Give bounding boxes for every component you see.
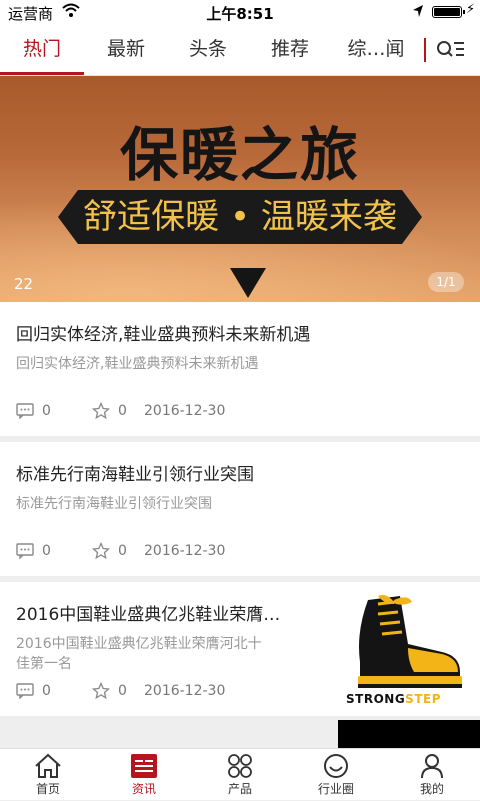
news-title: 回归实体经济,鞋业盛典预料未来新机遇 — [16, 325, 311, 345]
banner-caption: 22 — [14, 275, 34, 293]
tabbar-home[interactable]: 首页 — [0, 749, 96, 801]
like-count: 0 — [118, 543, 127, 559]
comment-icon — [16, 543, 34, 559]
tabbar-label: 资讯 — [131, 782, 156, 796]
tab-divider — [424, 38, 426, 62]
location-arrow-icon — [413, 5, 423, 17]
circle-icon — [324, 754, 348, 778]
comment-count: 0 — [42, 543, 51, 559]
news-thumbnail: STRONGSTEP — [338, 592, 466, 714]
tabbar-label: 我的 — [419, 782, 444, 796]
tabbar-news[interactable]: 资讯 — [96, 749, 192, 801]
news-meta: 0 0 2016-12-30 — [16, 402, 316, 420]
comment-count: 0 — [42, 403, 51, 419]
tab-headlines[interactable]: 头条 — [166, 24, 250, 75]
news-date: 2016-12-30 — [144, 543, 226, 559]
category-tabs: 热门 最新 头条 推荐 综…闻 — [0, 24, 480, 76]
news-item[interactable]: 回归实体经济,鞋业盛典预料未来新机遇 回归实体经济,鞋业盛典预料未来新机遇 0 … — [0, 302, 480, 436]
like-count: 0 — [118, 683, 127, 699]
news-title: 标准先行南海鞋业引领行业突围 — [16, 465, 254, 485]
comment-count: 0 — [42, 683, 51, 699]
tab-recommended[interactable]: 推荐 — [248, 24, 332, 75]
tabbar-label: 行业圈 — [317, 782, 354, 796]
banner-page-indicator: 1/1 — [428, 272, 464, 292]
news-meta: 0 0 2016-12-30 — [16, 542, 316, 560]
tab-hot[interactable]: 热门 — [0, 24, 84, 75]
battery-icon — [432, 6, 465, 18]
star-icon — [92, 542, 110, 560]
tab-latest[interactable]: 最新 — [84, 24, 168, 75]
boot-illustration — [358, 594, 462, 688]
bottom-tab-bar: 首页 资讯 产品 行业圈 我的 — [0, 748, 480, 800]
news-title: 2016中国鞋业盛典亿兆鞋业荣膺… — [16, 605, 281, 625]
tabbar-label: 首页 — [35, 782, 60, 796]
tabbar-label: 产品 — [227, 782, 252, 796]
news-date: 2016-12-30 — [144, 683, 226, 699]
tabbar-industry-circle[interactable]: 行业圈 — [288, 749, 384, 801]
charging-icon: ⚡ — [466, 2, 476, 17]
banner-subtitle: 舒适保暖 • 温暖来袭 — [83, 197, 397, 237]
news-item[interactable]: 标准先行南海鞋业引领行业突围 标准先行南海鞋业引领行业突围 0 0 2016-1… — [0, 442, 480, 576]
news-summary-line: 2016中国鞋业盛典亿兆鞋业荣膺河北十 — [16, 636, 262, 652]
like-count: 0 — [118, 403, 127, 419]
banner-down-arrow-icon — [230, 268, 266, 298]
news-summary: 标准先行南海鞋业引领行业突围 — [16, 496, 212, 512]
news-summary: 回归实体经济,鞋业盛典预料未来新机遇 — [16, 356, 259, 372]
news-summary-line: 佳第一名 — [16, 656, 72, 672]
star-icon — [92, 402, 110, 420]
profile-icon — [421, 754, 443, 779]
status-time: 上午8:51 — [206, 5, 274, 23]
thumbnail-brand-text: STRONGSTEP — [346, 692, 441, 706]
tabbar-profile[interactable]: 我的 — [384, 749, 480, 801]
products-icon — [228, 754, 252, 778]
news-item[interactable]: 2016中国鞋业盛典亿兆鞋业荣膺… 2016中国鞋业盛典亿兆鞋业荣膺河北十 佳第… — [0, 582, 480, 716]
home-icon — [35, 753, 61, 778]
search-menu-icon[interactable] — [436, 37, 466, 63]
news-summary: 2016中国鞋业盛典亿兆鞋业荣膺河北十 佳第一名 — [16, 634, 326, 674]
banner-title: 保暖之旅 — [119, 121, 360, 189]
news-date: 2016-12-30 — [144, 403, 226, 419]
news-meta: 0 0 2016-12-30 — [16, 682, 316, 700]
next-item-thumbnail-edge — [338, 720, 480, 748]
comment-icon — [16, 403, 34, 419]
comment-icon — [16, 683, 34, 699]
status-bar: 运营商 上午8:51 ⚡ — [0, 0, 480, 24]
star-icon — [92, 682, 110, 700]
tabbar-products[interactable]: 产品 — [192, 749, 288, 801]
news-icon — [131, 754, 157, 778]
tab-general-news[interactable]: 综…闻 — [336, 24, 416, 75]
